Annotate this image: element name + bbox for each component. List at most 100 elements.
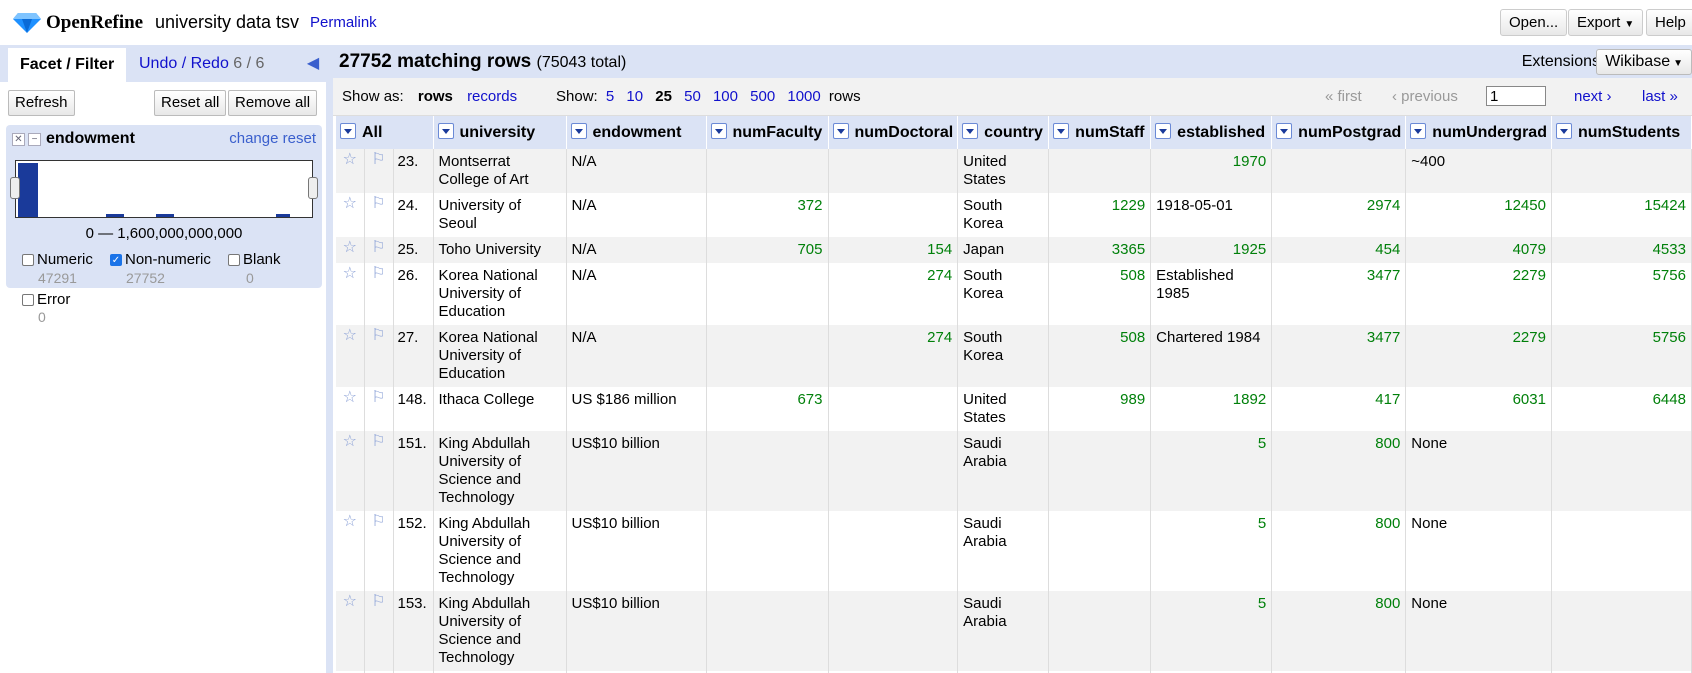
cell-endowment[interactable]: US$10 billion bbox=[566, 591, 707, 671]
project-name[interactable]: university data tsv bbox=[155, 12, 299, 33]
cell-numFaculty[interactable]: 705 bbox=[706, 237, 829, 263]
page-size-10[interactable]: 10 bbox=[626, 88, 643, 105]
cell-numStudents[interactable] bbox=[1551, 591, 1692, 671]
cell-numStudents[interactable]: 5756 bbox=[1551, 263, 1692, 325]
range-left-handle[interactable] bbox=[10, 177, 20, 199]
cell-numDoctoral[interactable] bbox=[828, 591, 959, 671]
cell-university[interactable]: Toho University bbox=[433, 237, 567, 263]
records-mode-link[interactable]: records bbox=[467, 88, 517, 105]
cell-numPostgrad[interactable]: 417 bbox=[1271, 387, 1407, 431]
cell-numPostgrad[interactable]: 800 bbox=[1271, 591, 1407, 671]
cell-country[interactable]: South Korea bbox=[957, 193, 1050, 237]
refresh-button[interactable]: Refresh bbox=[8, 90, 75, 116]
cell-endowment[interactable]: N/A bbox=[566, 149, 707, 193]
first-page-link[interactable]: « first bbox=[1325, 88, 1362, 105]
cell-established[interactable]: Established 1985 bbox=[1150, 263, 1273, 325]
cell-numDoctoral[interactable] bbox=[828, 511, 959, 591]
column-header[interactable]: endowment bbox=[566, 116, 707, 149]
next-page-link[interactable]: next › bbox=[1574, 88, 1612, 105]
column-menu-icon[interactable] bbox=[710, 123, 727, 139]
numeric-checkbox[interactable]: Numeric bbox=[22, 251, 93, 268]
page-size-500[interactable]: 500 bbox=[750, 88, 775, 105]
column-menu-icon[interactable] bbox=[832, 123, 849, 139]
cell-numStaff[interactable] bbox=[1048, 591, 1152, 671]
column-menu-icon[interactable] bbox=[1155, 123, 1172, 139]
all-column-header[interactable]: All bbox=[336, 116, 434, 149]
page-number-input[interactable] bbox=[1486, 86, 1546, 106]
flag-icon[interactable]: ⚐ bbox=[364, 325, 394, 387]
cell-numStudents[interactable] bbox=[1551, 511, 1692, 591]
flag-icon[interactable]: ⚐ bbox=[364, 387, 394, 431]
facet-reset-link[interactable]: reset bbox=[283, 130, 316, 147]
last-page-link[interactable]: last » bbox=[1642, 88, 1678, 105]
cell-numStudents[interactable] bbox=[1551, 431, 1692, 511]
cell-country[interactable]: Japan bbox=[957, 237, 1050, 263]
column-header[interactable]: numDoctoral bbox=[828, 116, 959, 149]
cell-numStaff[interactable]: 1229 bbox=[1048, 193, 1152, 237]
column-menu-icon[interactable] bbox=[1276, 123, 1293, 139]
star-icon[interactable]: ☆ bbox=[336, 263, 365, 325]
star-icon[interactable]: ☆ bbox=[336, 431, 365, 511]
cell-numStaff[interactable] bbox=[1048, 511, 1152, 591]
cell-numFaculty[interactable] bbox=[706, 263, 829, 325]
cell-numFaculty[interactable] bbox=[706, 149, 829, 193]
cell-country[interactable]: United States bbox=[957, 149, 1050, 193]
cell-numStaff[interactable]: 989 bbox=[1048, 387, 1152, 431]
cell-endowment[interactable]: N/A bbox=[566, 263, 707, 325]
cell-numFaculty[interactable] bbox=[706, 431, 829, 511]
cell-established[interactable]: 1925 bbox=[1150, 237, 1273, 263]
remove-all-button[interactable]: Remove all bbox=[228, 90, 318, 116]
tab-facet-filter[interactable]: Facet / Filter bbox=[8, 45, 127, 82]
blank-checkbox[interactable]: Blank bbox=[228, 251, 281, 268]
cell-country[interactable]: Saudi Arabia bbox=[957, 431, 1050, 511]
cell-established[interactable]: 1970 bbox=[1150, 149, 1273, 193]
tab-undo-redo[interactable]: Undo / Redo 6 / 6 bbox=[127, 45, 276, 82]
cell-endowment[interactable]: US $186 million bbox=[566, 387, 707, 431]
star-icon[interactable]: ☆ bbox=[336, 237, 365, 263]
cell-country[interactable]: United States bbox=[957, 387, 1050, 431]
cell-numPostgrad[interactable]: 800 bbox=[1271, 431, 1407, 511]
star-icon[interactable]: ☆ bbox=[336, 325, 365, 387]
reset-all-button[interactable]: Reset all bbox=[154, 90, 227, 116]
cell-numFaculty[interactable]: 372 bbox=[706, 193, 829, 237]
cell-numUndergrad[interactable]: None bbox=[1405, 511, 1552, 591]
cell-university[interactable]: Montserrat College of Art bbox=[433, 149, 567, 193]
rows-mode[interactable]: rows bbox=[418, 88, 453, 105]
export-button[interactable]: Export ▼ bbox=[1568, 9, 1644, 36]
column-header[interactable]: numUndergrad bbox=[1405, 116, 1552, 149]
cell-established[interactable]: 5 bbox=[1150, 591, 1273, 671]
page-size-50[interactable]: 50 bbox=[684, 88, 701, 105]
cell-numFaculty[interactable] bbox=[706, 511, 829, 591]
flag-icon[interactable]: ⚐ bbox=[364, 193, 394, 237]
close-facet-icon[interactable]: ✕ bbox=[12, 132, 25, 146]
column-header[interactable]: numPostgrad bbox=[1271, 116, 1407, 149]
cell-numStaff[interactable]: 508 bbox=[1048, 263, 1152, 325]
cell-numStudents[interactable]: 4533 bbox=[1551, 237, 1692, 263]
column-menu-icon[interactable] bbox=[340, 123, 356, 139]
cell-numDoctoral[interactable]: 274 bbox=[828, 263, 959, 325]
cell-numFaculty[interactable]: 673 bbox=[706, 387, 829, 431]
cell-country[interactable]: Saudi Arabia bbox=[957, 511, 1050, 591]
facet-histogram[interactable] bbox=[15, 160, 313, 218]
open-button[interactable]: Open... bbox=[1500, 9, 1568, 36]
cell-numPostgrad[interactable]: 454 bbox=[1271, 237, 1407, 263]
panel-splitter[interactable] bbox=[326, 45, 333, 673]
cell-numDoctoral[interactable] bbox=[828, 193, 959, 237]
cell-numDoctoral[interactable] bbox=[828, 431, 959, 511]
cell-university[interactable]: University of Seoul bbox=[433, 193, 567, 237]
column-header[interactable]: numStudents bbox=[1551, 116, 1692, 149]
cell-numStudents[interactable]: 5756 bbox=[1551, 325, 1692, 387]
column-menu-icon[interactable] bbox=[1555, 123, 1572, 139]
column-header[interactable]: numStaff bbox=[1048, 116, 1152, 149]
column-header[interactable]: numFaculty bbox=[706, 116, 829, 149]
cell-numStaff[interactable] bbox=[1048, 149, 1152, 193]
cell-established[interactable]: 5 bbox=[1150, 511, 1273, 591]
cell-country[interactable]: South Korea bbox=[957, 263, 1050, 325]
cell-established[interactable]: Chartered 1984 bbox=[1150, 325, 1273, 387]
cell-country[interactable]: Saudi Arabia bbox=[957, 591, 1050, 671]
cell-numUndergrad[interactable]: None bbox=[1405, 431, 1552, 511]
minimize-facet-icon[interactable]: − bbox=[28, 132, 41, 146]
cell-numStudents[interactable]: 6448 bbox=[1551, 387, 1692, 431]
cell-numUndergrad[interactable]: None bbox=[1405, 591, 1552, 671]
range-right-handle[interactable] bbox=[308, 177, 318, 199]
